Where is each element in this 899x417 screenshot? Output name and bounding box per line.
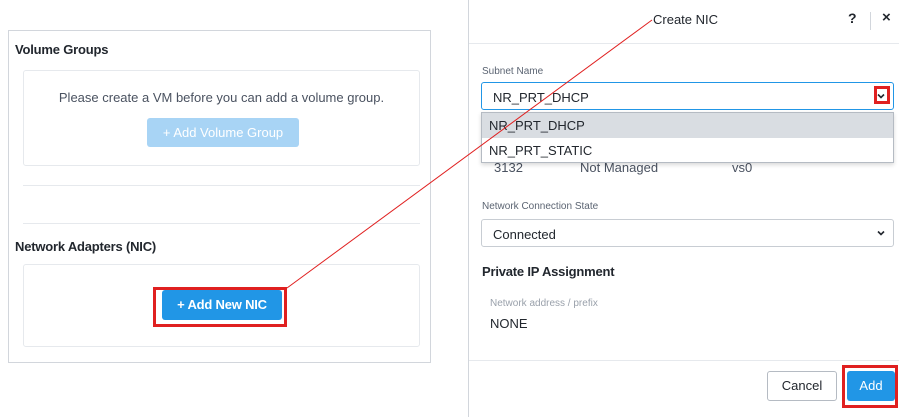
section-divider — [23, 185, 420, 186]
section-divider — [23, 223, 420, 224]
volume-groups-message: Please create a VM before you can add a … — [58, 90, 385, 105]
network-address-label: Network address / prefix — [490, 298, 598, 309]
dialog-header: Create NIC ? × — [469, 0, 899, 44]
volume-groups-title: Volume Groups — [15, 42, 109, 57]
add-new-nic-button[interactable]: + Add New NIC — [162, 290, 282, 320]
network-adapters-card: + Add New NIC — [23, 264, 420, 347]
subnet-option-dhcp[interactable]: NR_PRT_DHCP — [482, 113, 893, 138]
help-icon[interactable]: ? — [848, 10, 857, 26]
add-button[interactable]: Add — [847, 371, 895, 401]
header-separator — [870, 12, 871, 30]
subnet-option-static[interactable]: NR_PRT_STATIC — [482, 138, 893, 163]
subnet-name-label: Subnet Name — [482, 66, 544, 77]
subnet-name-select[interactable]: NR_PRT_DHCP — [481, 82, 894, 110]
dialog-footer-divider — [469, 360, 899, 361]
volume-groups-card: Please create a VM before you can add a … — [23, 70, 420, 166]
subnet-selected-value: NR_PRT_DHCP — [493, 90, 589, 105]
cancel-button[interactable]: Cancel — [767, 371, 837, 401]
network-address-value: NONE — [490, 316, 528, 331]
chevron-down-icon[interactable] — [874, 226, 888, 240]
chevron-down-icon[interactable] — [874, 89, 888, 103]
create-nic-dialog: Create NIC ? × Subnet Name NR_PRT_DHCP 3… — [468, 0, 899, 417]
private-ip-assignment-title: Private IP Assignment — [482, 264, 615, 279]
dialog-title: Create NIC — [653, 12, 719, 27]
vm-resources-panel: Volume Groups Please create a VM before … — [8, 30, 431, 363]
network-connection-state-select[interactable]: Connected — [481, 219, 894, 247]
connection-state-value: Connected — [493, 227, 556, 242]
network-connection-state-label: Network Connection State — [482, 201, 599, 212]
close-icon[interactable]: × — [882, 9, 891, 26]
subnet-dropdown-list: NR_PRT_DHCP NR_PRT_STATIC — [481, 112, 894, 163]
network-adapters-title: Network Adapters (NIC) — [15, 239, 157, 254]
add-volume-group-button[interactable]: + Add Volume Group — [147, 118, 299, 147]
